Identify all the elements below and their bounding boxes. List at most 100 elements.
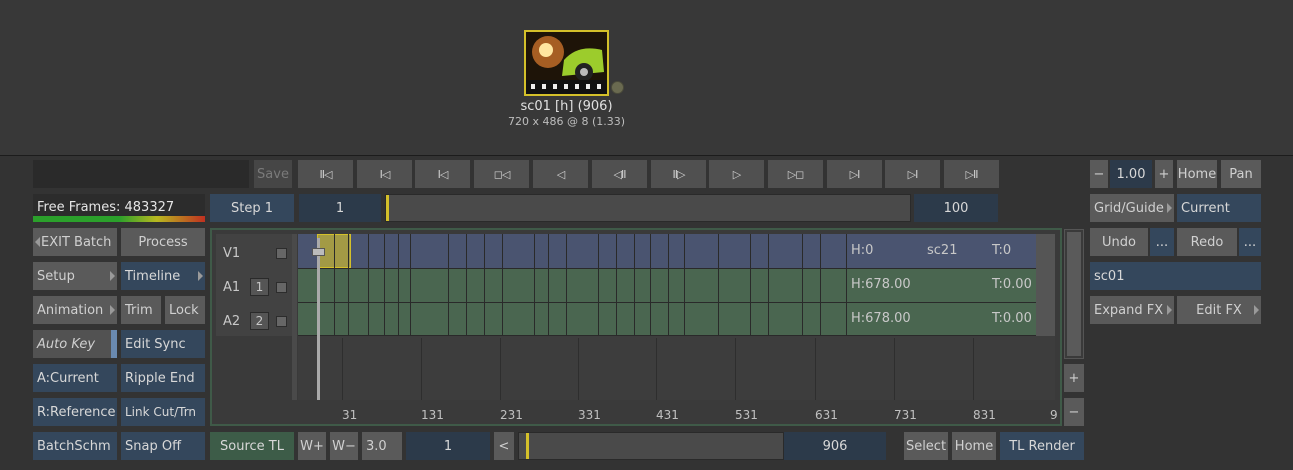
prev-keyframe-button[interactable]: I◁ (357, 160, 412, 188)
zoom-out-button[interactable]: − (1064, 398, 1084, 426)
go-to-start-button[interactable]: II◁ (298, 160, 353, 188)
snap-off-button[interactable]: Snap Off (121, 432, 205, 460)
speed-field[interactable]: 3.0 (362, 432, 402, 460)
node-output-connector[interactable] (611, 81, 624, 94)
source-tl-button[interactable]: Source TL (210, 432, 294, 460)
go-to-end-button[interactable]: ▷II (944, 160, 999, 188)
timeline-scrub-bar[interactable] (518, 432, 784, 460)
clip-boundary (616, 269, 617, 302)
next-frame-mark-button[interactable]: ▷I (827, 160, 882, 188)
auto-key-toggle[interactable]: Auto Key (33, 330, 117, 358)
play-forward-button[interactable]: ▷ (709, 160, 764, 188)
timeline-button[interactable]: Timeline (121, 262, 205, 290)
zoom-field[interactable]: 1.00 (1110, 160, 1152, 188)
undo-button[interactable]: Undo (1090, 228, 1148, 256)
clip-boundary (820, 269, 821, 302)
redo-button[interactable]: Redo (1177, 228, 1237, 256)
clip-boundary (634, 303, 635, 335)
clip-boundary (368, 303, 369, 335)
a-current-button[interactable]: A:Current (33, 364, 117, 392)
car-thumbnail-icon (526, 32, 607, 94)
node-thumbnail[interactable] (524, 30, 609, 96)
clip-boundary (566, 269, 567, 302)
clip-name-field[interactable]: sc01 (1090, 262, 1261, 290)
setup-button[interactable]: Setup (33, 262, 117, 290)
w-minus-button[interactable]: W− (330, 432, 358, 460)
back-button[interactable]: < (494, 432, 514, 460)
pan-button[interactable]: Pan (1221, 160, 1261, 188)
clip-boundary (668, 234, 669, 268)
ruler-gridline (578, 338, 579, 400)
a1-h-value: H:678.00 (851, 277, 911, 292)
prev-frame-mark-button[interactable]: I◁ (415, 160, 470, 188)
ruler-tick-label: 531 (735, 408, 758, 422)
clip-boundary (384, 234, 385, 268)
grid-guide-button[interactable]: Grid/Guide (1090, 194, 1174, 222)
redo-list-button[interactable]: ... (1239, 228, 1261, 256)
ruler-gridline (815, 338, 816, 400)
exit-batch-button[interactable]: EXIT Batch (33, 228, 117, 256)
ruler-tick-label: 431 (656, 408, 679, 422)
slider-handle[interactable] (386, 195, 389, 221)
edit-sync-button[interactable]: Edit Sync (121, 330, 205, 358)
video-track-v1[interactable]: H:0 sc21 T:0 (298, 234, 1055, 268)
undo-list-button[interactable]: ... (1150, 228, 1174, 256)
ripple-end-button[interactable]: Ripple End (121, 364, 205, 392)
tl-render-button[interactable]: TL Render (1000, 432, 1084, 460)
clip-boundary (548, 234, 549, 268)
play-back-slow-button[interactable]: ◁II (592, 160, 647, 188)
playhead-handle[interactable] (312, 248, 325, 256)
viewer-home-button[interactable]: Home (1177, 160, 1217, 188)
expand-fx-button[interactable]: Expand FX (1090, 296, 1174, 324)
track-toggle-v1[interactable] (276, 248, 287, 259)
clip-boundary (384, 269, 385, 302)
current-frame-field[interactable]: 1 (406, 432, 490, 460)
clip-boundary (802, 234, 803, 268)
clip-boundary (484, 269, 485, 302)
save-button[interactable]: Save (254, 160, 292, 188)
next-keyframe-button[interactable]: ▷I (885, 160, 940, 188)
trim-button[interactable]: Trim (121, 296, 161, 324)
current-button[interactable]: Current (1177, 194, 1261, 222)
step-back-button[interactable]: ◁ (533, 160, 588, 188)
lock-button[interactable]: Lock (165, 296, 205, 324)
edit-fx-button[interactable]: Edit FX (1177, 296, 1261, 324)
process-button[interactable]: Process (121, 228, 205, 256)
a1-t-value: T:0.00 (992, 277, 1032, 292)
timeline-vscroll[interactable] (1064, 229, 1084, 359)
a2-info-cell: H:678.00 T:0.00 (846, 303, 1036, 336)
message-field[interactable] (33, 160, 249, 188)
v1-t-value: T:0 (992, 243, 1012, 258)
start-frame-field[interactable]: 1 (299, 194, 381, 222)
step-button[interactable]: Step 1 (210, 194, 294, 222)
select-button[interactable]: Select (904, 432, 948, 460)
zoom-minus-button[interactable]: − (1090, 160, 1108, 188)
clip-boundary (598, 234, 599, 268)
clip-boundary (548, 269, 549, 302)
batch-schm-button[interactable]: BatchSchm (33, 432, 117, 460)
clip-boundary (466, 269, 467, 302)
track-num-a1[interactable]: 1 (250, 278, 269, 296)
end-frame-display[interactable]: 906 (784, 432, 886, 460)
tracks-area[interactable]: H:0 sc21 T:0 H:678.00 T:0.00 H:678.00 T:… (298, 234, 1055, 400)
zoom-in-button[interactable]: + (1064, 364, 1084, 392)
loop-back-button[interactable]: ◻◁ (474, 160, 529, 188)
r-reference-button[interactable]: R:Reference (33, 398, 117, 426)
ruler-gridline (656, 338, 657, 400)
w-plus-button[interactable]: W+ (298, 432, 326, 460)
audio-track-a1[interactable]: H:678.00 T:0.00 (298, 268, 1055, 302)
scrub-handle[interactable] (526, 433, 529, 459)
home-button[interactable]: Home (952, 432, 996, 460)
zoom-plus-button[interactable]: + (1155, 160, 1173, 188)
audio-track-a2[interactable]: H:678.00 T:0.00 (298, 302, 1055, 336)
link-cut-button[interactable]: Link Cut/Trn (121, 398, 205, 426)
end-frame-field[interactable]: 100 (914, 194, 998, 222)
track-toggle-a2[interactable] (276, 316, 287, 327)
animation-button[interactable]: Animation (33, 296, 117, 324)
play-forward-slow-button[interactable]: II▷ (651, 160, 706, 188)
track-toggle-a1[interactable] (276, 282, 287, 293)
loop-forward-button[interactable]: ▷◻ (768, 160, 823, 188)
playhead[interactable] (317, 238, 320, 400)
track-num-a2[interactable]: 2 (250, 312, 269, 330)
frame-range-slider[interactable] (385, 194, 911, 222)
